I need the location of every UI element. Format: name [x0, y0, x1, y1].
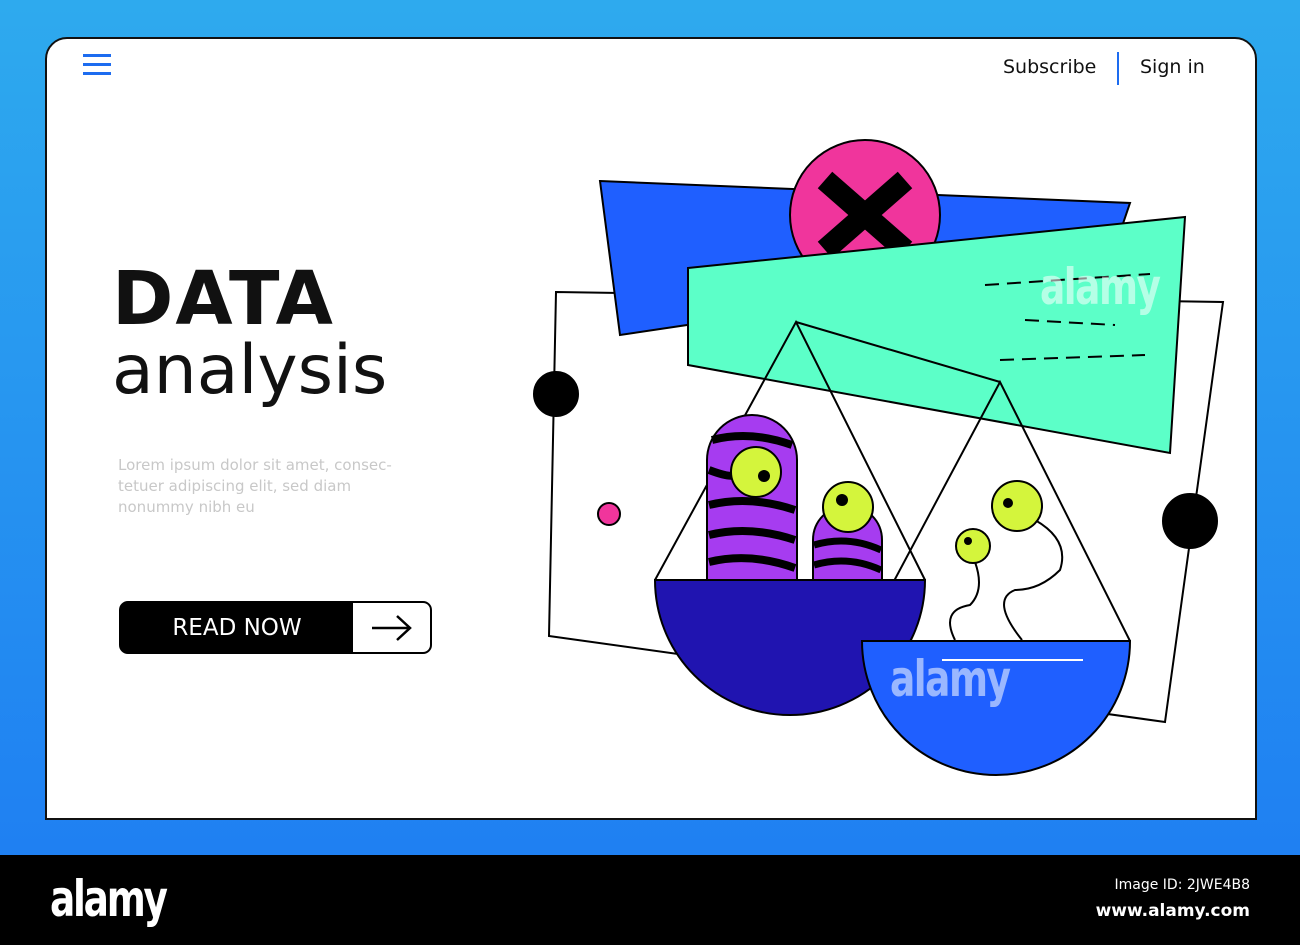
watermark-footer — [0, 855, 1300, 945]
pink-dot — [597, 502, 621, 526]
watermark-top: alamy — [1040, 258, 1161, 316]
eye-big — [991, 480, 1043, 532]
image-id: Image ID: 2JWE4B8 — [1114, 877, 1250, 893]
black-dot-left — [533, 371, 579, 417]
watermark-url: www.alamy.com — [1095, 901, 1250, 921]
black-dot-right — [1162, 493, 1218, 549]
eye-small — [955, 528, 991, 564]
scale-illustration — [533, 139, 1225, 776]
alamy-logo: alamy — [50, 870, 168, 928]
watermark-mid: alamy — [890, 650, 1011, 708]
creature-tall — [706, 414, 798, 581]
